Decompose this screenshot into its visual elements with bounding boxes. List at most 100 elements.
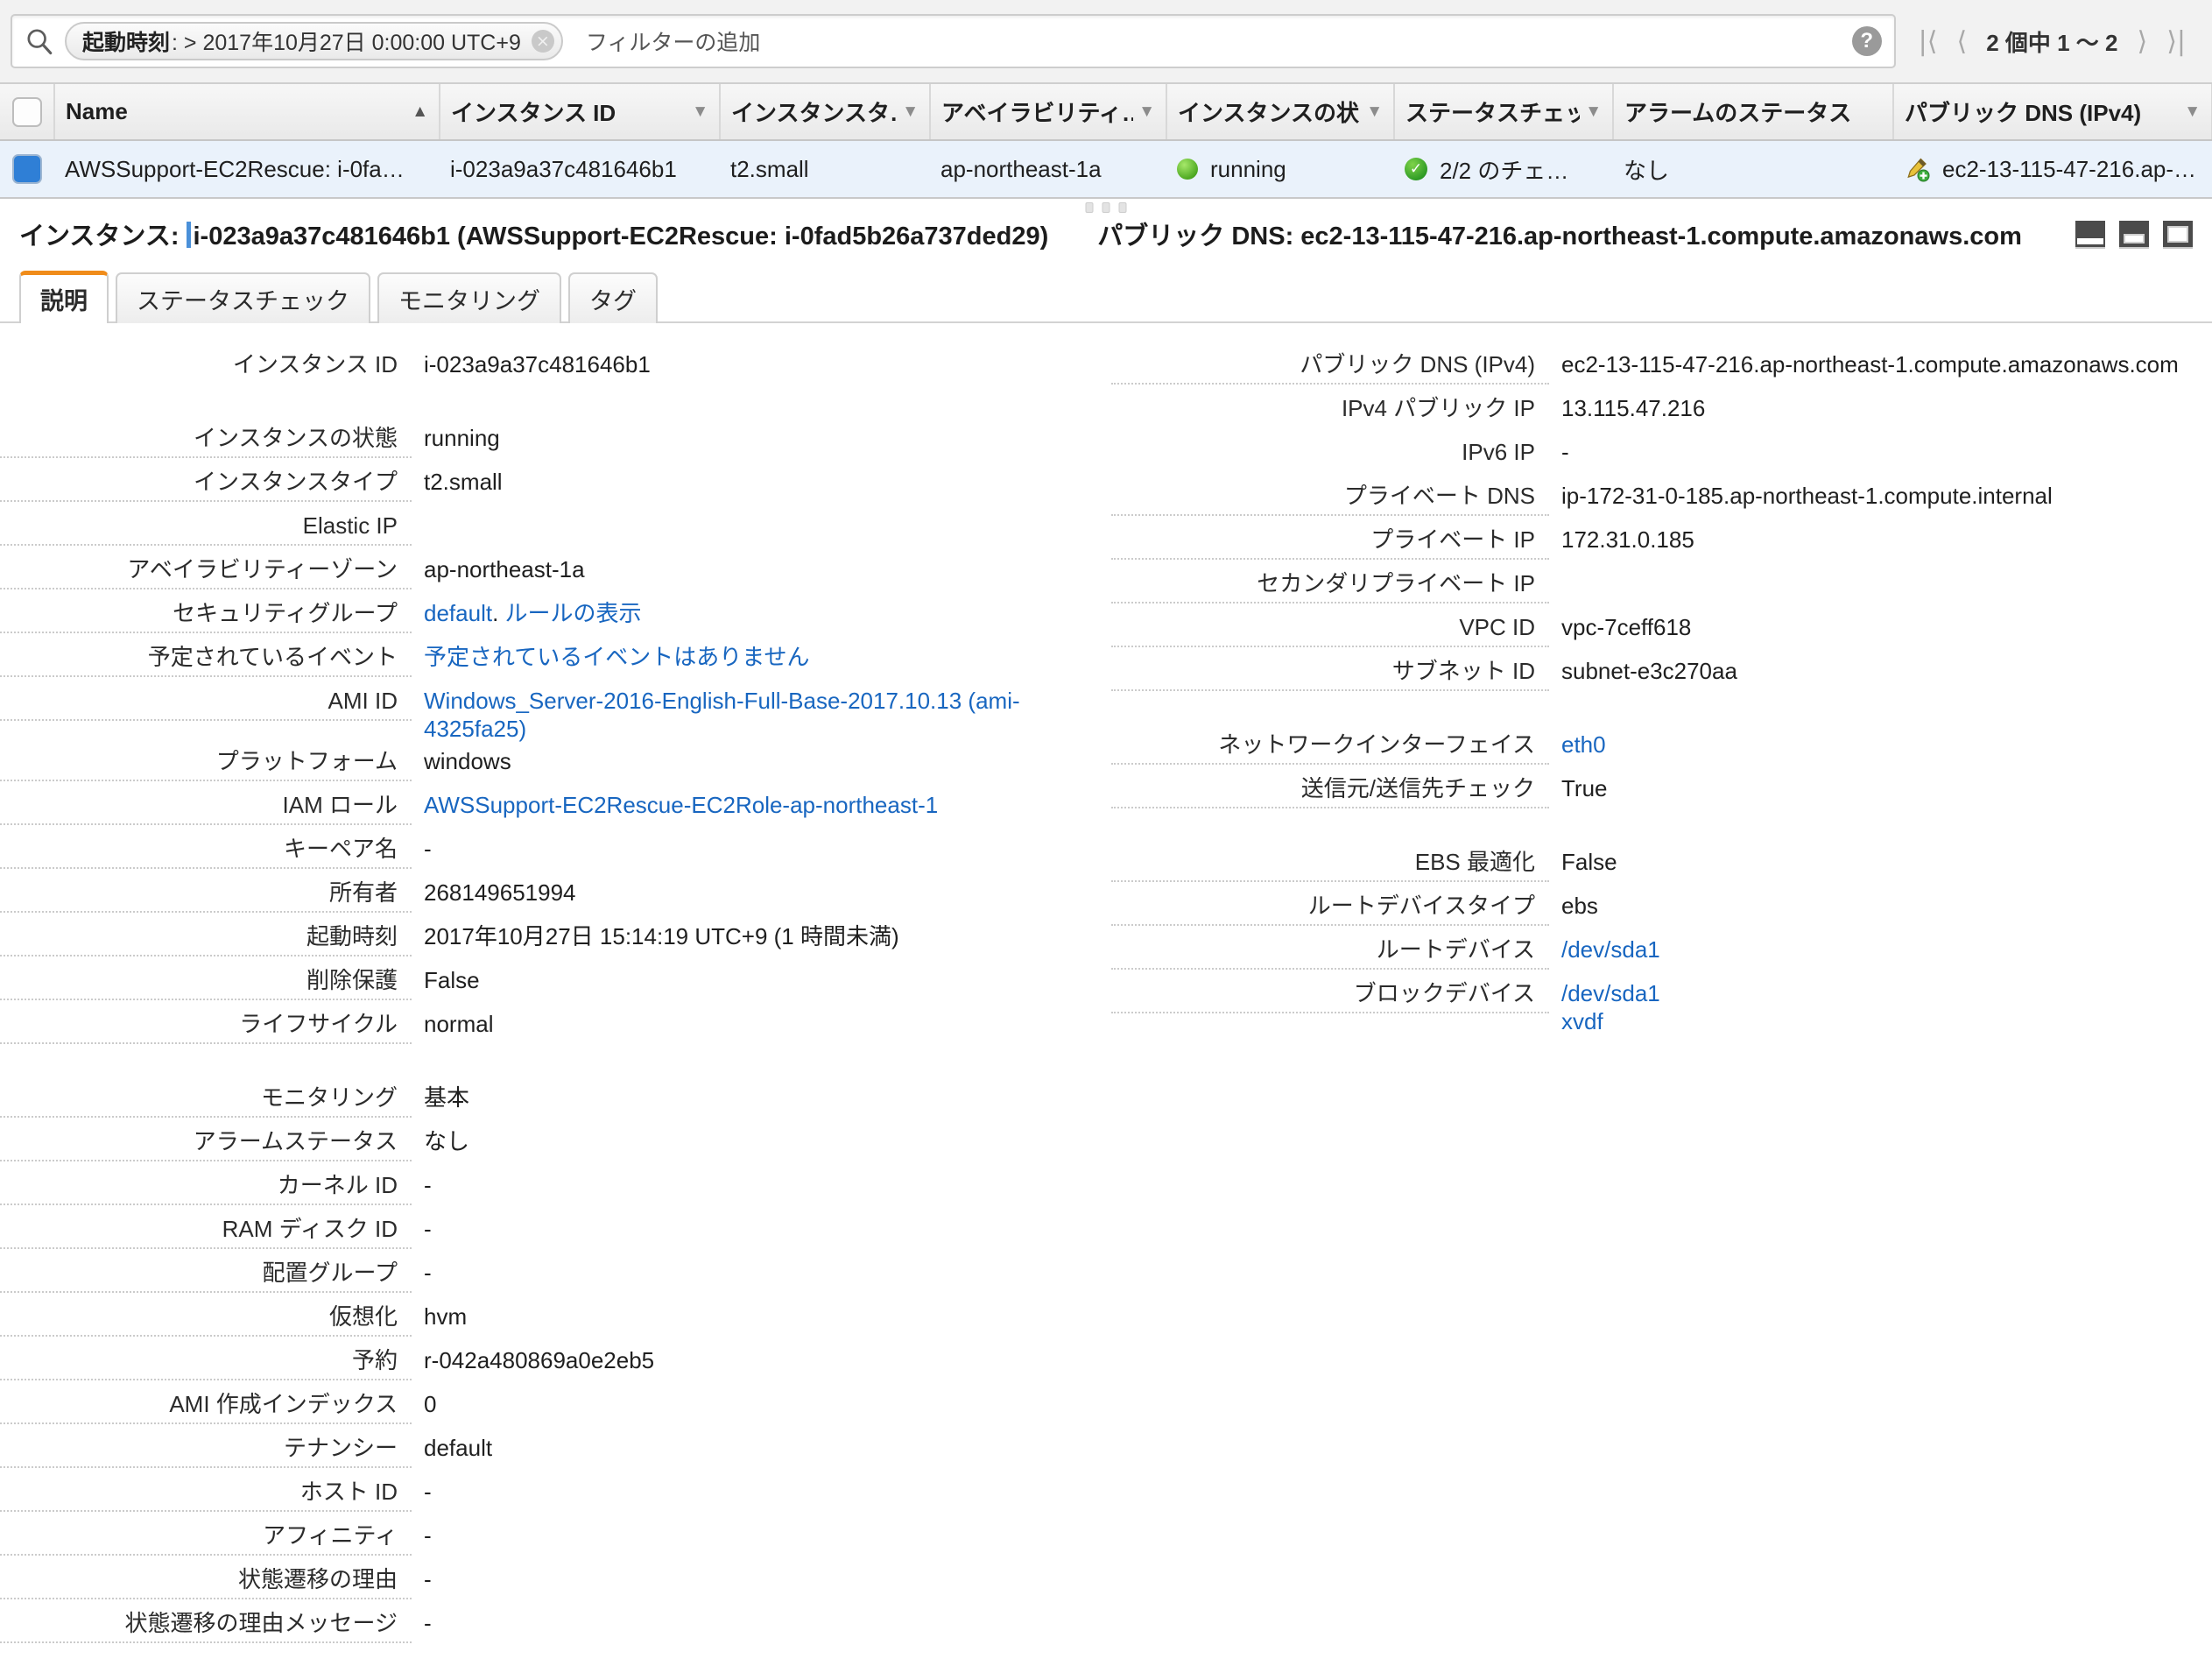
sort-desc-icon[interactable]: ▼	[1366, 102, 1383, 122]
table-row[interactable]: AWSSupport-EC2Rescue: i-0fa… i-023a9a37c…	[0, 140, 2212, 199]
edit-pencil-icon[interactable]	[1904, 156, 1930, 182]
field-ルートデバイス-value[interactable]: /dev/sda1	[1549, 931, 2196, 964]
select-all-header[interactable]	[0, 84, 55, 141]
column-label: Name	[66, 98, 128, 124]
filter-token-value: : > 2017年10月27日 0:00:00 UTC+9	[172, 31, 521, 55]
field-ram-ディスク-id-label: RAM ディスク ID	[0, 1211, 412, 1250]
column-header-instance-id[interactable]: インスタンス ID ▼	[440, 84, 721, 141]
select-all-checkbox[interactable]	[11, 96, 42, 127]
tab-tags[interactable]: タグ	[568, 272, 658, 323]
field-アフィニティ-row: アフィニティ -	[0, 1517, 1090, 1561]
pager-last-button[interactable]: ⟩|	[2166, 26, 2186, 57]
field-送信元-送信先チェック-row: 送信元/送信先チェック True	[1111, 770, 2196, 814]
search-filter-box[interactable]: 起動時刻 : > 2017年10月27日 0:00:00 UTC+9 × フィル…	[11, 14, 1896, 68]
field-インスタンスタイプ-row: インスタンスタイプ t2.small	[0, 463, 1090, 507]
field-ブロックデバイス-value[interactable]: /dev/sda1 xvdf	[1549, 975, 2196, 1035]
field-インスタンスの状態-label: インスタンスの状態	[0, 420, 412, 458]
column-header-name[interactable]: Name ▲	[54, 84, 440, 141]
field-モニタリング-label: モニタリング	[0, 1079, 412, 1119]
field-モニタリング-row: モニタリング 基本	[0, 1079, 1090, 1123]
pager-prev-button[interactable]: ⟨	[1956, 26, 1967, 57]
field-所有者-row: 所有者 268149651994	[0, 874, 1090, 918]
pagination-controls: |⟨ ⟨ 2 個中 1 〜 2 ⟩ ⟩|	[1919, 25, 2201, 58]
field-状態遷移の理由メッセージ-value: -	[424, 1610, 432, 1637]
field-予定されているイベント-value[interactable]: 予定されているイベントはありません	[412, 639, 1090, 672]
field-dev-sda1-link[interactable]: /dev/sda1	[1561, 980, 1660, 1006]
field-eth0-link[interactable]: eth0	[1561, 731, 1606, 758]
cell-alarm-status: なし	[1613, 140, 1893, 199]
sort-desc-icon[interactable]: ▼	[1138, 102, 1155, 122]
value-separator: .	[492, 600, 505, 626]
field-セカンダリプライベート-ip-value	[1549, 565, 2196, 570]
field-iam-ロール-row: IAM ロール AWSSupport-EC2Rescue-EC2Role-ap-n…	[0, 787, 1090, 830]
field-セキュリティグループ-value[interactable]: default. ルールの表示	[412, 595, 1090, 628]
tab-description[interactable]: 説明	[19, 271, 109, 323]
field-ライフサイクル-row: ライフサイクル normal	[0, 1006, 1090, 1049]
row-select-cell[interactable]	[0, 140, 54, 199]
field-予約-row: 予約 r-042a480869a0e2eb5	[0, 1342, 1090, 1386]
column-header-status-check[interactable]: ステータスチェッ ▼	[1394, 84, 1614, 141]
field-仮想化-label: 仮想化	[0, 1298, 412, 1338]
filter-token-launch-time[interactable]: 起動時刻 : > 2017年10月27日 0:00:00 UTC+9 ×	[65, 22, 563, 60]
field-awssupport-ec2rescue-ec2role-ap-northeast-1-link[interactable]: AWSSupport-EC2Rescue-EC2Role-ap-northeas…	[424, 792, 938, 818]
row-checkbox[interactable]	[12, 154, 42, 185]
field-モニタリング-value: 基本	[424, 1084, 470, 1112]
cell-instance-type: t2.small	[720, 140, 930, 199]
help-icon[interactable]: ?	[1851, 26, 1882, 56]
filter-toolbar: 起動時刻 : > 2017年10月27日 0:00:00 UTC+9 × フィル…	[0, 0, 2212, 84]
column-label: パブリック DNS (IPv4)	[1905, 100, 2142, 126]
field-xvdf-link[interactable]: xvdf	[1561, 1008, 1603, 1034]
sort-desc-icon[interactable]: ▼	[902, 102, 919, 122]
field-ネットワークインターフェイス-label: ネットワークインターフェイス	[1111, 726, 1549, 765]
field-キーペア名-label: キーペア名	[0, 830, 412, 870]
field-状態遷移の理由-value: -	[424, 1566, 432, 1593]
sort-desc-icon[interactable]: ▼	[1585, 102, 1602, 122]
search-icon	[27, 29, 53, 55]
field-プライベート-dns-label: プライベート DNS	[1111, 477, 1549, 516]
field-プラットフォーム-value: windows	[424, 748, 511, 775]
field-予約-value: r-042a480869a0e2eb5	[424, 1347, 655, 1374]
field-ebs-最適化-label: EBS 最適化	[1111, 844, 1549, 882]
field-インスタンスの状態-value: running	[424, 425, 500, 451]
sort-desc-icon[interactable]: ▼	[692, 102, 708, 122]
minimize-panel-button[interactable]	[2075, 220, 2105, 247]
field-アベイラビリティーゾーン-label: アベイラビリティーゾーン	[0, 551, 412, 589]
field-ブロックデバイス-label: ブロックデバイス	[1111, 975, 1549, 1013]
field-iam-ロール-value[interactable]: AWSSupport-EC2Rescue-EC2Role-ap-northeas…	[412, 787, 1090, 820]
field-ネットワークインターフェイス-value[interactable]: eth0	[1549, 726, 2196, 759]
tab-status-check[interactable]: ステータスチェック	[116, 272, 370, 323]
panel-resize-grip[interactable]	[1085, 202, 1127, 213]
column-header-instance-type[interactable]: インスタンスタ… ▼	[720, 84, 931, 141]
column-header-public-dns[interactable]: パブリック DNS (IPv4) ▼	[1893, 84, 2212, 141]
column-header-alarm-status[interactable]: アラームのステータス	[1613, 84, 1894, 141]
filter-token-remove-icon[interactable]: ×	[531, 30, 554, 53]
field-ami-id-value[interactable]: Windows_Server-2016-English-Full-Base-20…	[412, 682, 1090, 743]
field-ami-id-label: AMI ID	[0, 682, 412, 721]
field-仮想化-row: 仮想化 hvm	[0, 1298, 1090, 1342]
field-default-link[interactable]: default	[424, 600, 492, 626]
sort-desc-icon[interactable]: ▼	[2184, 102, 2201, 122]
pager-first-button[interactable]: |⟨	[1919, 26, 1938, 57]
field-インスタンスの状態-row: インスタンスの状態 running	[0, 420, 1090, 463]
detail-content: インスタンス ID i-023a9a37c481646b1 インスタンスの状態 run…	[0, 323, 2212, 1648]
column-header-instance-state[interactable]: インスタンスの状 ▼	[1166, 84, 1395, 141]
sort-asc-icon[interactable]: ▲	[412, 102, 428, 122]
field-dev-sda1-link[interactable]: /dev/sda1	[1561, 936, 1660, 963]
field-ルートデバイス-row: ルートデバイス/dev/sda1	[1111, 931, 2196, 975]
add-filter-placeholder[interactable]: フィルターの追加	[586, 25, 761, 57]
field-windows-server-2016-english-full-base-2017-10-13-ami-4325fa25-link[interactable]: Windows_Server-2016-English-Full-Base-20…	[424, 688, 1020, 742]
column-label: アラームのステータス	[1624, 100, 1852, 126]
field-ルールの表示-link[interactable]: ルールの表示	[505, 600, 642, 626]
half-panel-button[interactable]	[2119, 220, 2149, 247]
field-予定されているイベント-label: 予定されているイベント	[0, 639, 412, 677]
column-header-availability-zone[interactable]: アベイラビリティ… ▼	[930, 84, 1167, 141]
field-ram-ディスク-id-row: RAM ディスク ID -	[0, 1211, 1090, 1254]
field-カーネル-id-value: -	[424, 1172, 432, 1199]
pager-next-button[interactable]: ⟩	[2137, 26, 2147, 57]
maximize-panel-button[interactable]	[2163, 220, 2193, 247]
field-予定されているイベントはありません-link[interactable]: 予定されているイベントはありません	[424, 644, 809, 670]
detail-public-dns-label: パブリック DNS: ec2-13-115-47-216.ap-northeas…	[1097, 222, 2022, 251]
public-dns-label: ec2-13-115-47-216.ap-…	[1942, 155, 2197, 182]
tab-monitoring[interactable]: モニタリング	[377, 272, 561, 323]
